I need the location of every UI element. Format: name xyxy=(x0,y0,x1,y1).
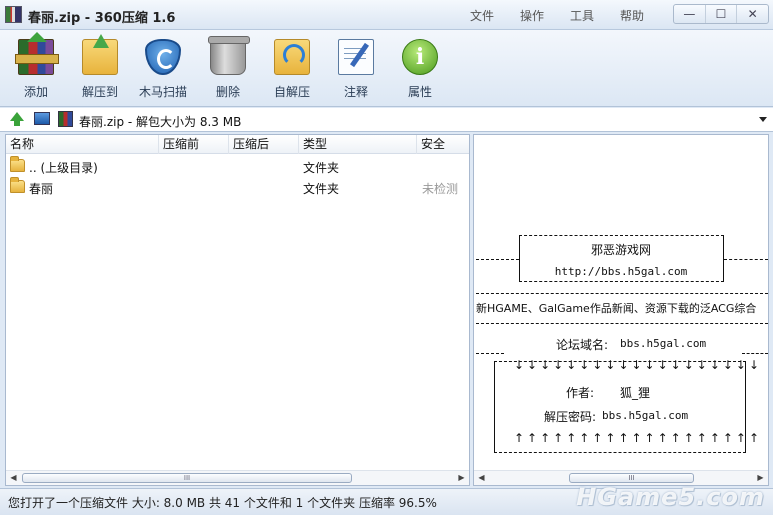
list-item[interactable]: .. (上级目录) 文件夹 xyxy=(6,156,469,177)
file-list-pane: 名称 压缩前 压缩后 类型 安全 .. (上级目录) 文件夹 春丽 文件夹 未检… xyxy=(5,134,470,486)
column-safety[interactable]: 安全 xyxy=(417,135,469,154)
item-type: 文件夹 xyxy=(303,161,340,175)
password-label: 解压密码: xyxy=(544,410,597,424)
self-extract-button[interactable]: 自解压 xyxy=(262,36,322,100)
status-text: 您打开了一个压缩文件 大小: 8.0 MB 共 41 个文件和 1 个文件夹 压… xyxy=(8,496,437,510)
desktop-icon[interactable] xyxy=(34,112,50,125)
list-item[interactable]: 春丽 文件夹 未检测 xyxy=(6,177,469,198)
scroll-left-arrow-icon[interactable]: ◀ xyxy=(474,471,489,485)
properties-label: 属性 xyxy=(407,85,432,99)
close-button[interactable]: ✕ xyxy=(737,5,768,23)
toolbar: 添加 解压到 木马扫描 删除 自解压 注释 i 属性 xyxy=(0,30,773,107)
shield-icon xyxy=(145,39,181,75)
ascii-rule xyxy=(476,293,768,294)
menu-tools[interactable]: 工具 xyxy=(570,7,594,24)
minimize-button[interactable]: — xyxy=(674,5,706,23)
scroll-thumb[interactable]: III xyxy=(569,473,694,483)
site-url: http://bbs.h5gal.com xyxy=(554,265,688,278)
item-name: .. (上级目录) xyxy=(29,161,98,175)
info-icon: i xyxy=(402,39,438,75)
add-archive-icon xyxy=(15,32,59,75)
folder-icon xyxy=(10,156,25,172)
author-value: 狐_狸 xyxy=(620,386,651,400)
extract-to-label: 解压到 xyxy=(81,85,118,99)
down-arrows: ↓↓↓↓↓↓↓↓↓↓↓↓↓↓↓↓↓↓↓ xyxy=(514,358,763,372)
add-label: 添加 xyxy=(23,85,48,99)
scroll-left-arrow-icon[interactable]: ◀ xyxy=(6,471,21,485)
title-bar: 春丽.zip - 360压缩 1.6 文件 操作 工具 帮助 — ☐ ✕ xyxy=(0,0,773,30)
trojan-scan-button[interactable]: 木马扫描 xyxy=(133,36,193,100)
address-text: 春丽.zip - 解包大小为 8.3 MB xyxy=(79,115,242,129)
ascii-rule xyxy=(476,259,519,260)
self-extract-label: 自解压 xyxy=(273,85,310,99)
comment-icon xyxy=(338,39,374,75)
delete-button[interactable]: 删除 xyxy=(198,36,258,100)
item-type: 文件夹 xyxy=(303,182,340,196)
chevron-down-icon[interactable] xyxy=(759,117,767,122)
extract-folder-icon xyxy=(82,34,118,75)
author-label: 作者: xyxy=(566,386,595,400)
site-name: 邪恶游戏网 xyxy=(590,243,651,257)
maximize-button[interactable]: ☐ xyxy=(706,5,738,23)
window-title: 春丽.zip - 360压缩 1.6 xyxy=(28,11,176,26)
extract-to-button[interactable]: 解压到 xyxy=(70,34,130,100)
column-size-after[interactable]: 压缩后 xyxy=(229,135,299,154)
properties-button[interactable]: i 属性 xyxy=(390,36,450,100)
scroll-right-arrow-icon[interactable]: ▶ xyxy=(454,471,469,485)
delete-label: 删除 xyxy=(215,85,240,99)
site-description: 新HGAME、GalGame作品新闻、资源下载的泛ACG综合 xyxy=(476,302,757,315)
domain-label: 论坛域名: xyxy=(556,338,609,352)
zip-file-icon xyxy=(58,111,73,127)
menu-operations[interactable]: 操作 xyxy=(520,7,544,24)
horizontal-scrollbar[interactable]: ◀ III ▶ xyxy=(6,470,469,485)
column-type[interactable]: 类型 xyxy=(299,135,417,154)
item-safety: 未检测 xyxy=(422,182,459,196)
archive-app-icon xyxy=(5,6,22,23)
up-arrows: ↑↑↑↑↑↑↑↑↑↑↑↑↑↑↑↑↑↑↑ xyxy=(514,431,763,445)
comment-label: 注释 xyxy=(343,85,368,99)
menu-help[interactable]: 帮助 xyxy=(620,7,644,24)
window-controls: — ☐ ✕ xyxy=(673,4,769,24)
item-name: 春丽 xyxy=(29,182,54,196)
ascii-rule xyxy=(724,259,768,260)
column-header: 名称 压缩前 压缩后 类型 安全 xyxy=(6,135,469,154)
column-size-before[interactable]: 压缩前 xyxy=(159,135,229,154)
address-bar[interactable]: 春丽.zip - 解包大小为 8.3 MB xyxy=(0,108,773,132)
menu-file[interactable]: 文件 xyxy=(470,7,494,24)
trojan-scan-label: 木马扫描 xyxy=(138,85,187,99)
comment-preview: 邪恶游戏网 http://bbs.h5gal.com 新HGAME、GalGam… xyxy=(474,135,768,470)
column-name[interactable]: 名称 xyxy=(6,135,159,154)
comment-button[interactable]: 注释 xyxy=(326,36,386,100)
preview-pane: 邪恶游戏网 http://bbs.h5gal.com 新HGAME、GalGam… xyxy=(473,134,769,486)
trash-icon xyxy=(208,36,250,75)
up-arrow-icon[interactable] xyxy=(10,112,24,126)
scroll-thumb[interactable]: III xyxy=(22,473,352,483)
status-bar: 您打开了一个压缩文件 大小: 8.0 MB 共 41 个文件和 1 个文件夹 压… xyxy=(0,483,773,515)
watermark-logo: HGame5.com xyxy=(576,483,765,511)
ascii-rule xyxy=(742,353,768,354)
domain-value: bbs.h5gal.com xyxy=(620,337,707,350)
folder-icon xyxy=(10,177,25,193)
ascii-rule xyxy=(476,353,504,354)
ascii-rule xyxy=(476,323,768,324)
self-extract-icon xyxy=(274,39,310,75)
add-button[interactable]: 添加 xyxy=(6,32,66,100)
password-value: bbs.h5gal.com xyxy=(602,409,689,422)
